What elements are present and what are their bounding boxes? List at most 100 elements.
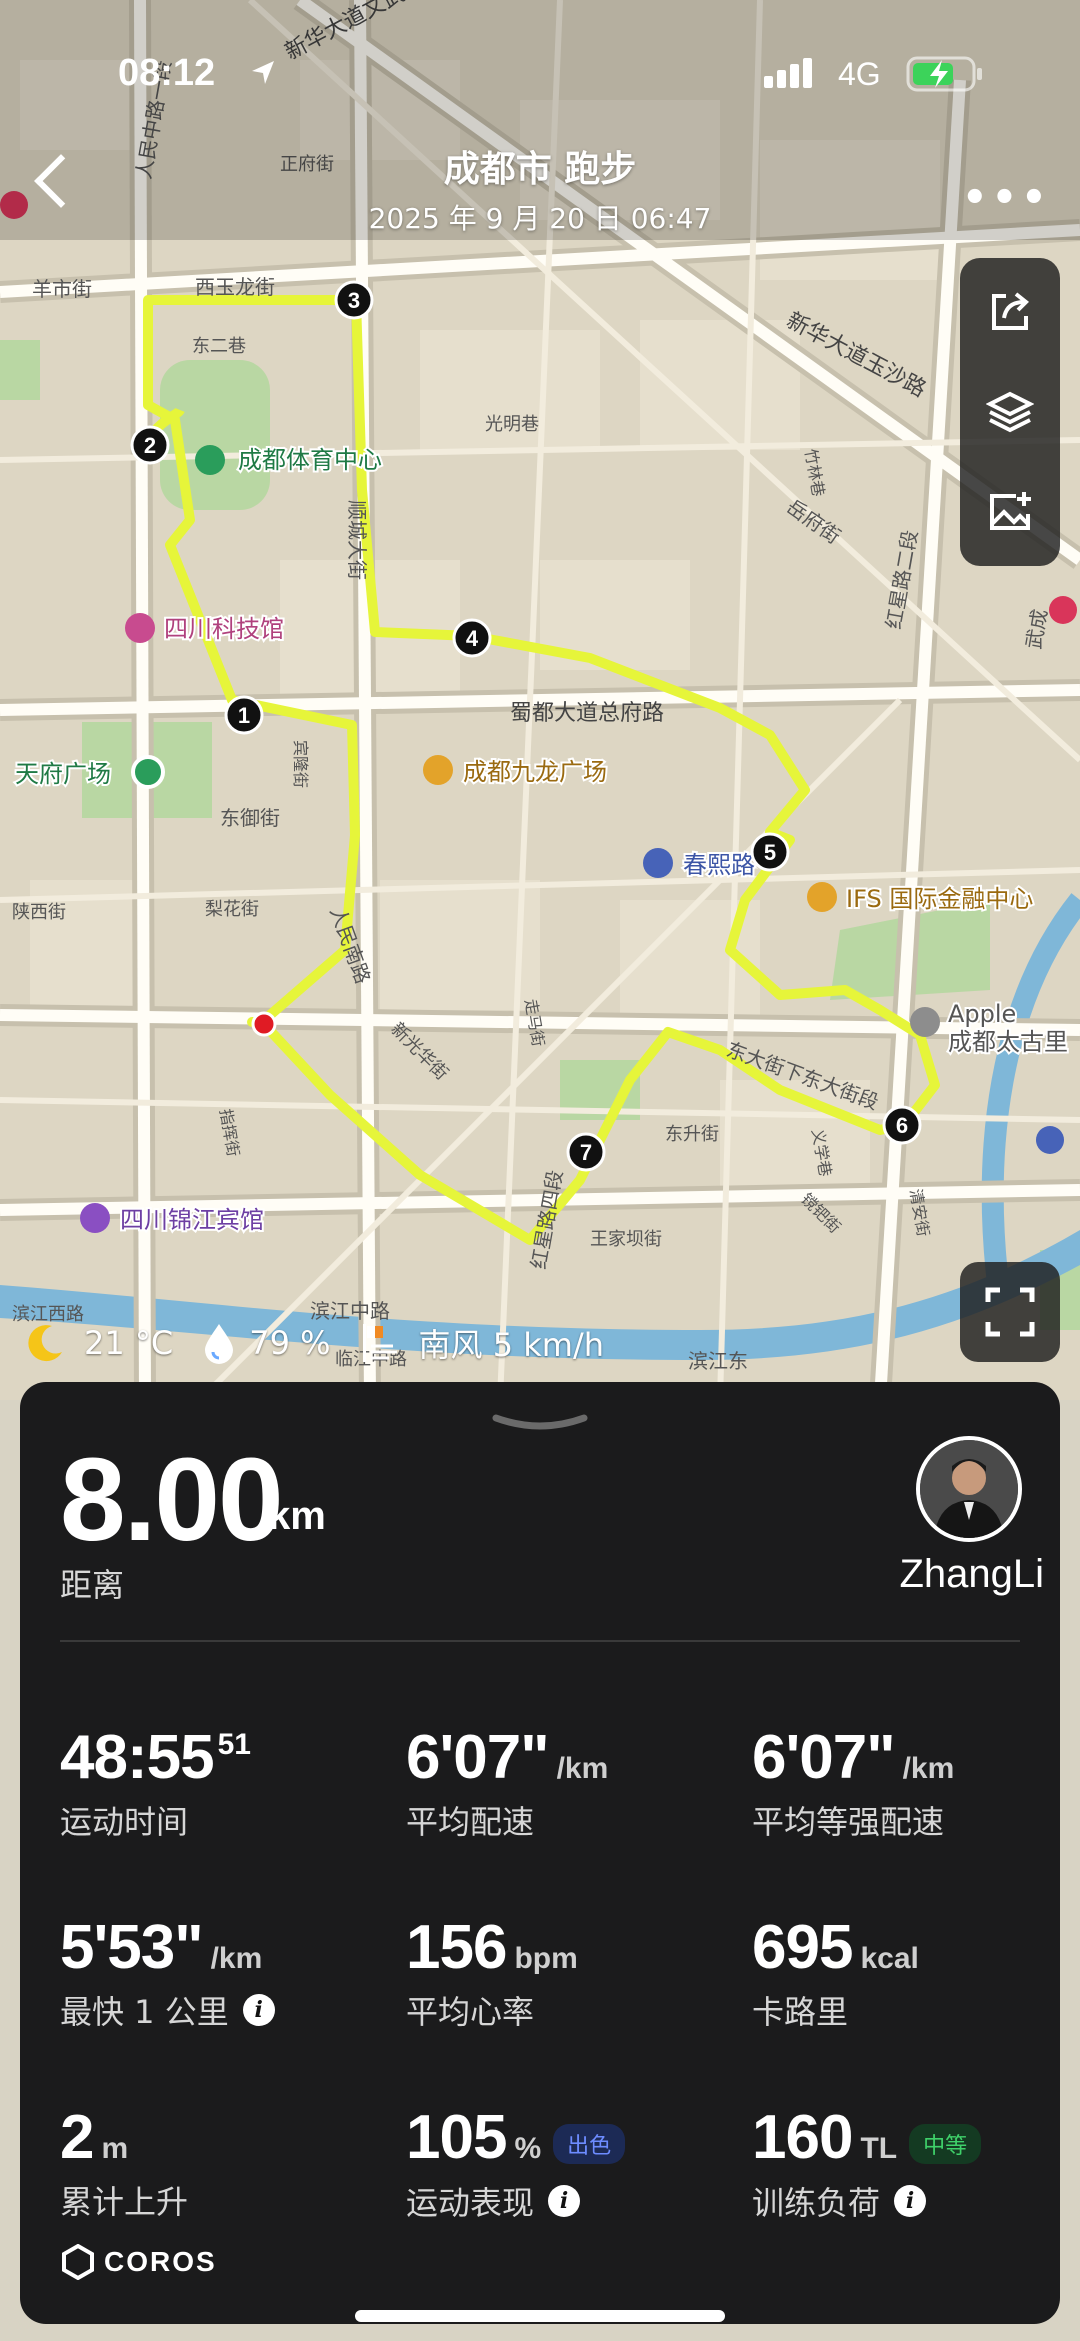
avatar[interactable] xyxy=(916,1436,1022,1542)
humidity-icon xyxy=(205,1324,234,1364)
wind-flag-icon xyxy=(362,1324,397,1362)
activity-summary-panel: 8.00 km 距离 ZhangLi 48:55 51 运动时间 6'07"/km… xyxy=(20,1382,1060,2324)
moon-icon xyxy=(28,1325,62,1362)
wind: 南风 5 km/h xyxy=(418,1326,605,1364)
km-marker: 1 xyxy=(224,695,264,735)
poi-label: 四川科技馆 xyxy=(164,615,284,643)
map-label: 陕西街 xyxy=(12,902,66,923)
metric-avg-heart-rate: 156 bpm 平均心率 xyxy=(406,1912,736,2033)
metric-subsecond: 51 xyxy=(217,1728,251,1761)
metric-label: 累计上升 xyxy=(60,2183,189,2221)
map-label: 西玉龙街 xyxy=(195,275,275,299)
metric-value: 6'07" xyxy=(406,1723,550,1792)
signal-icon xyxy=(764,58,812,88)
map-label: 东二巷 xyxy=(192,336,246,357)
svg-text:6: 6 xyxy=(896,1113,908,1138)
metric-unit: bpm xyxy=(514,1942,578,1975)
info-icon[interactable]: i xyxy=(548,2184,581,2217)
map-label: 顺城大街 xyxy=(345,500,369,580)
brand-logo: COROS xyxy=(60,2244,217,2280)
metric-value: 2 xyxy=(60,2103,94,2172)
metric-elevation-gain: 2m 累计上升 xyxy=(60,2102,390,2223)
distance-value: 8.00 xyxy=(60,1434,284,1566)
brand-name: COROS xyxy=(104,2246,217,2277)
metric-avg-pace: 6'07"/km 平均配速 xyxy=(406,1722,736,1843)
distance-unit: km xyxy=(268,1494,326,1538)
map-toolbar xyxy=(960,258,1060,566)
map-label: 羊市街 xyxy=(32,277,92,301)
svg-text:7: 7 xyxy=(580,1140,592,1165)
metric-unit: kcal xyxy=(860,1942,919,1975)
metric-label: 运动表现 xyxy=(406,2183,535,2222)
metric-label: 平均等强配速 xyxy=(752,1803,945,1841)
metric-label: 平均心率 xyxy=(406,1993,535,2031)
layers-icon xyxy=(986,391,1034,433)
svg-text:2: 2 xyxy=(144,433,156,458)
metric-unit: % xyxy=(514,2132,542,2165)
metric-label: 平均配速 xyxy=(406,1803,535,1841)
drag-handle[interactable] xyxy=(490,1412,590,1434)
metric-unit: /km xyxy=(556,1752,609,1785)
battery-charging-icon xyxy=(906,56,982,92)
distance-label: 距离 xyxy=(60,1566,125,1604)
poi-label: 春熙路 xyxy=(683,851,755,879)
metric-unit: m xyxy=(101,2132,129,2165)
metric-value: 160 xyxy=(752,2103,853,2172)
svg-text:1: 1 xyxy=(238,703,250,728)
status-time: 08:12 xyxy=(118,52,216,94)
share-button[interactable] xyxy=(960,262,1060,362)
km-marker: 5 xyxy=(750,832,790,872)
humidity: 79 % xyxy=(249,1324,331,1362)
metric-unit: /km xyxy=(902,1752,955,1785)
poi-label: Apple xyxy=(948,1000,1016,1028)
poi-label: 四川锦江宾馆 xyxy=(120,1206,264,1234)
km-marker: 2 xyxy=(130,425,170,465)
metric-training-load: 160 TL 中等 训练负荷 i xyxy=(752,2102,1080,2224)
activity-datetime: 2025 年 9 月 20 日 06:47 xyxy=(368,202,712,235)
poi-label: 天府广场 xyxy=(15,760,111,788)
poi-label: IFS 国际金融中心 xyxy=(846,885,1033,913)
user-avatar-icon xyxy=(920,1440,1018,1538)
more-options-icon[interactable]: ••• xyxy=(962,175,1051,221)
share-icon xyxy=(992,292,1029,330)
fullscreen-button[interactable] xyxy=(960,1262,1060,1362)
map-label: 东升街 xyxy=(665,1124,719,1145)
location-arrow-icon xyxy=(252,61,274,84)
map-label: 梨花街 xyxy=(205,899,259,920)
km-marker: 7 xyxy=(566,1132,606,1172)
metric-value: 5'53" xyxy=(60,1913,204,1982)
home-indicator[interactable] xyxy=(355,2310,725,2322)
temperature: 21 °C xyxy=(84,1324,174,1362)
metric-value: 695 xyxy=(752,1913,853,1982)
svg-text:5: 5 xyxy=(764,840,776,865)
map-label: 滨江东 xyxy=(688,1349,748,1373)
add-image-icon xyxy=(990,492,1031,530)
map-layers-button[interactable] xyxy=(960,362,1060,462)
map-label: 王家坝街 xyxy=(590,1229,662,1250)
coros-logo-icon xyxy=(62,2244,94,2280)
poi-label: 成都体育中心 xyxy=(238,446,382,474)
svg-text:3: 3 xyxy=(348,288,360,313)
info-icon[interactable]: i xyxy=(894,2184,927,2217)
poi-label: 成都太古里 xyxy=(948,1028,1068,1056)
info-icon[interactable]: i xyxy=(242,1994,275,2026)
metric-value: 156 xyxy=(406,1913,507,1982)
divider xyxy=(60,1640,1020,1642)
add-photo-button[interactable] xyxy=(960,462,1060,562)
map-label: 宾隆街 xyxy=(291,740,310,788)
metric-unit: TL xyxy=(860,2132,898,2165)
training-load-badge: 中等 xyxy=(909,2123,982,2164)
km-marker: 6 xyxy=(882,1105,922,1145)
metric-label: 卡路里 xyxy=(752,1993,849,2031)
network-type: 4G xyxy=(838,56,881,92)
page-title: 成都市 跑步 xyxy=(443,149,637,190)
km-marker: 3 xyxy=(334,280,374,320)
metric-grade-adjusted-pace: 6'07"/km 平均等强配速 xyxy=(752,1722,1080,1843)
metric-performance: 105% 出色 运动表现 i xyxy=(406,2102,736,2224)
svg-text:4: 4 xyxy=(466,626,479,651)
metric-fastest-km: 5'53"/km 最快 1 公里 i xyxy=(60,1912,390,2033)
metric-unit: /km xyxy=(210,1942,263,1975)
map-label: 东御街 xyxy=(220,806,280,830)
metric-label: 训练负荷 xyxy=(752,2183,881,2222)
metric-label: 运动时间 xyxy=(60,1803,189,1841)
